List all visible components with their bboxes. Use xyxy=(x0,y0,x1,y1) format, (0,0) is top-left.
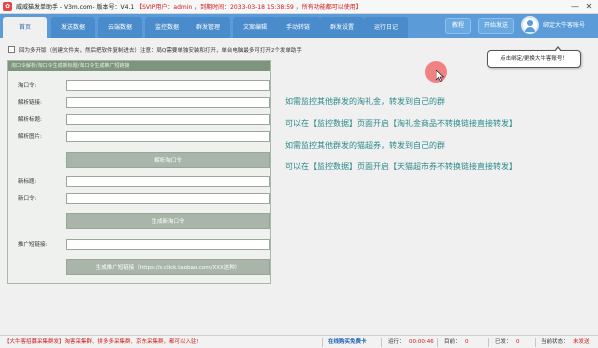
tab-group-send-settings[interactable]: 群发设置 xyxy=(320,17,364,38)
close-button[interactable]: ✕ xyxy=(582,0,596,13)
sent-count-label: 已发： xyxy=(495,339,512,345)
new-tkl-input[interactable] xyxy=(66,193,270,204)
promo-link-label: 推广短链接: xyxy=(18,242,48,248)
tkl-input[interactable] xyxy=(66,80,270,91)
tab-send-data[interactable]: 发送数据 xyxy=(51,17,95,38)
parse-image-label: 解析图片: xyxy=(18,134,42,140)
title-user-info: 【SVIP用户：admin ，到期时间：2033-03-18 15:38:59 … xyxy=(136,4,362,11)
status-notice[interactable]: 【大牛客招募采集群发】淘客采集群、拼多多采集群、京东采集群，都可以入驻! xyxy=(4,336,199,348)
window-title: 威威猫发单助手 - V3m.com- 版本号：V4.1 【SVIP用户：admi… xyxy=(16,2,362,11)
new-tkl-label: 新口令: xyxy=(18,196,37,202)
tab-home[interactable]: 首页 xyxy=(3,17,47,38)
promo-link-input[interactable] xyxy=(66,239,270,250)
multi-open-option[interactable]: 回为多开版（创建文件夹，然后把软件复制进去）注意：局Q需要单独安装和打开，单台电… xyxy=(8,45,302,54)
tab-group-send-manage[interactable]: 群发管理 xyxy=(186,17,230,38)
bind-account-link[interactable]: 绑定大牛客账号 xyxy=(543,14,585,38)
multi-open-text: 回为多开版（创建文件夹，然后把软件复制进去）注意：局Q需要单独安装和打开，单台电… xyxy=(19,47,302,54)
group-count-value: 0 xyxy=(465,339,469,345)
run-time-value: 00:00:46 xyxy=(409,339,434,345)
info-line-4: 可以在【监控数据】页面开启【天猫超市券不转换链接直接转发】 xyxy=(285,162,517,171)
parse-title-input[interactable] xyxy=(66,114,270,125)
tab-cloud-data[interactable]: 云端数据 xyxy=(98,17,142,38)
buy-card-link[interactable]: 在线购买免费卡 xyxy=(328,336,367,348)
minimize-button[interactable]: — xyxy=(568,0,582,13)
new-title-label: 新标题: xyxy=(18,179,37,185)
parse-title-label: 解析标题: xyxy=(18,117,42,123)
generate-promo-link-button[interactable]: 生成推广短链接（https://s.click.taobao.com/XXX这种… xyxy=(66,259,270,275)
info-line-3: 如需监控其他群发的猫超券，转发到自己的群 xyxy=(285,141,445,150)
taokouling-panel: 淘口令解析/淘口令生成新标题/淘口令生成推广短链接 淘口令: 解析链接: 解析标… xyxy=(7,60,271,284)
generate-tkl-button[interactable]: 生成新淘口令 xyxy=(66,213,270,229)
status-bar: 【大牛客招募采集群发】淘客采集群、拼多多采集群、京东采集群，都可以入驻! 在线购… xyxy=(0,335,598,348)
current-status-label: 当前状态： xyxy=(541,339,569,345)
mouse-cursor-icon xyxy=(436,70,444,82)
tkl-label: 淘口令: xyxy=(18,83,37,89)
tab-monitor-data[interactable]: 监控数据 xyxy=(145,17,189,38)
title-bar: ✿ 威威猫发单助手 - V3m.com- 版本号：V4.1 【SVIP用户：ad… xyxy=(0,0,598,14)
group-count-label: 目前： xyxy=(444,339,461,345)
main-toolbar: 首页 发送数据 云端数据 监控数据 群发管理 文案编辑 手动转链 群发设置 运行… xyxy=(0,14,598,38)
run-time-label: 运行： xyxy=(388,339,405,345)
app-logo-icon: ✿ xyxy=(3,2,12,11)
parse-tkl-button[interactable]: 解析淘口令 xyxy=(66,152,270,168)
tab-manual-convert[interactable]: 手动转链 xyxy=(276,17,320,38)
new-title-input[interactable] xyxy=(66,176,270,187)
title-prefix: 威威猫发单助手 - V3m.com- 版本号：V4.1 xyxy=(16,4,135,11)
bind-account-tooltip: 点击绑定/更换大牛客账号！ xyxy=(487,46,581,68)
sent-count-value: 0 xyxy=(516,339,520,345)
tab-copy-edit[interactable]: 文案编辑 xyxy=(233,17,277,38)
user-avatar-icon[interactable] xyxy=(521,16,539,34)
parse-link-label: 解析链接: xyxy=(18,100,42,106)
info-line-1: 如需监控其他群发的淘礼金，转发到自己的群 xyxy=(285,97,445,106)
tutorial-button[interactable]: 教程 xyxy=(445,18,471,34)
multi-open-checkbox[interactable] xyxy=(8,46,15,53)
info-line-2: 可以在【监控数据】页面开启【淘礼金商品不转换链接直接转发】 xyxy=(285,119,517,128)
start-send-button[interactable]: 开始发送 xyxy=(478,18,514,34)
tab-run-log[interactable]: 运行日记 xyxy=(364,17,408,38)
panel-header: 淘口令解析/淘口令生成新标题/淘口令生成推广短链接 xyxy=(8,61,270,71)
current-status-value: 未发送 xyxy=(573,339,590,345)
parse-link-input[interactable] xyxy=(66,97,270,108)
parse-image-input[interactable] xyxy=(66,131,270,142)
